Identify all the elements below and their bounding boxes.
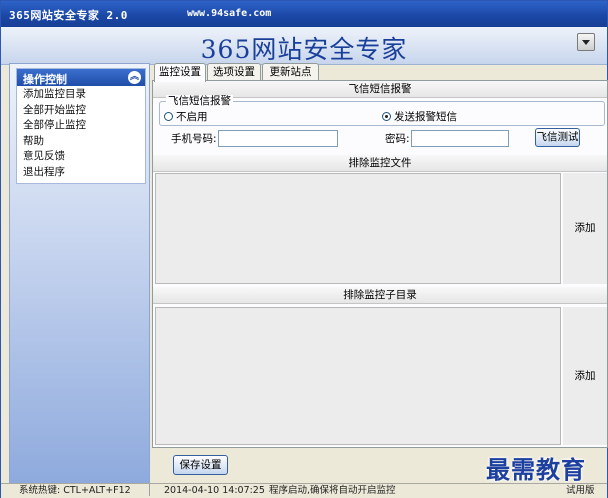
title-bar: 365网站安全专家 2.0 www.94safe.com: [1, 1, 607, 27]
sidebar-item-feedback[interactable]: 意见反馈: [17, 149, 145, 165]
password-input[interactable]: [411, 130, 509, 147]
radio-disable[interactable]: 不启用: [164, 111, 208, 123]
phone-input[interactable]: [218, 130, 338, 147]
add-exclude-file-button[interactable]: 添加: [563, 173, 607, 284]
status-message: 程序启动,确保将自动开启监控: [269, 485, 396, 496]
collapse-icon[interactable]: ︽: [128, 71, 141, 84]
sidebar-item-start-all[interactable]: 全部开始监控: [17, 103, 145, 119]
exclude-dirs-header: 排除监控子目录: [153, 287, 607, 304]
add-exclude-dir-button[interactable]: 添加: [563, 307, 607, 445]
panel-header[interactable]: 操作控制 ︽: [17, 69, 145, 86]
sidebar-item-exit[interactable]: 退出程序: [17, 165, 145, 181]
sidebar-item-add-dir[interactable]: 添加监控目录: [17, 87, 145, 103]
tab-update-site[interactable]: 更新站点: [262, 63, 319, 81]
app-window: 365网站安全专家 2.0 www.94safe.com 365网站安全专家 操…: [0, 0, 608, 498]
status-edition: 试用版: [566, 485, 595, 496]
exclude-files-list[interactable]: [155, 173, 561, 284]
phone-label: 手机号码:: [171, 133, 217, 145]
radio-disable-label: 不启用: [176, 111, 208, 123]
watermark: 最需教育: [486, 455, 586, 484]
save-settings-button[interactable]: 保存设置: [173, 455, 228, 475]
chevron-down-icon: [582, 40, 590, 45]
fetion-test-button[interactable]: 飞信测试: [535, 128, 580, 147]
exclude-dirs-list[interactable]: [155, 307, 561, 445]
exclude-files-header: 排除监控文件: [153, 155, 607, 172]
radio-send-sms[interactable]: 发送报警短信: [382, 111, 457, 123]
status-bar: 系统热键: CTL+ALT+F12 2014-04-10 14:07:25 程序…: [1, 483, 607, 498]
banner-title: 365网站安全专家: [200, 35, 408, 64]
radio-off-icon: [164, 112, 173, 121]
radio-send-label: 发送报警短信: [394, 111, 457, 123]
panel-title: 操作控制: [23, 73, 67, 86]
sidebar: 操作控制 ︽ 添加监控目录 全部开始监控 全部停止监控 帮助 意见反馈 退出程序: [9, 63, 150, 484]
tab-monitor-settings[interactable]: 监控设置: [154, 63, 206, 82]
window-title: 365网站安全专家 2.0: [9, 9, 128, 22]
operation-panel: 操作控制 ︽ 添加监控目录 全部开始监控 全部停止监控 帮助 意见反馈 退出程序: [16, 68, 146, 184]
tab-content: 飞信短信报警 飞信短信报警 不启用 发送报警短信 手机号码: 密码: 飞信测试 …: [152, 80, 608, 448]
menu-dropdown-button[interactable]: [577, 33, 595, 51]
sidebar-item-help[interactable]: 帮助: [17, 134, 145, 150]
sidebar-item-stop-all[interactable]: 全部停止监控: [17, 118, 145, 134]
radio-on-icon: [382, 112, 391, 121]
group-label: 飞信短信报警: [166, 95, 233, 107]
status-hotkey: 系统热键: CTL+ALT+F12: [19, 485, 131, 496]
status-timestamp: 2014-04-10 14:07:25: [164, 485, 265, 496]
password-label: 密码:: [385, 133, 410, 145]
status-divider: [149, 484, 150, 496]
tab-option-settings[interactable]: 选项设置: [207, 63, 261, 81]
fetion-radio-group: 飞信短信报警 不启用 发送报警短信: [159, 95, 605, 126]
window-url: www.94safe.com: [187, 8, 272, 19]
app-banner: 365网站安全专家: [1, 27, 607, 65]
